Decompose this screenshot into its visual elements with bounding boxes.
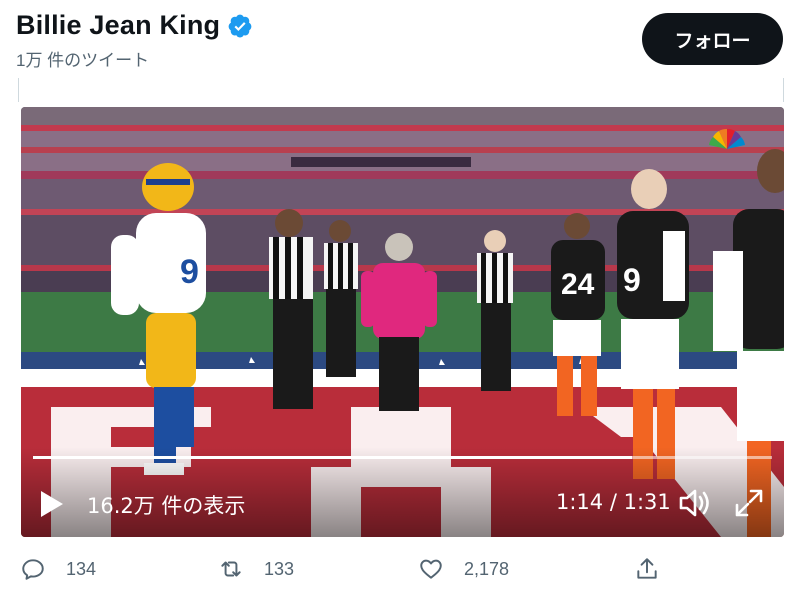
profile-display-name[interactable]: Billie Jean King <box>16 10 220 41</box>
like-count: 2,178 <box>464 558 510 579</box>
reply-action[interactable]: 134 <box>20 556 96 582</box>
reply-count: 134 <box>66 558 97 579</box>
profile-name-row: Billie Jean King <box>16 10 253 41</box>
retweet-action[interactable]: 133 <box>218 556 294 582</box>
view-count: 16.2万 件の表示 <box>87 494 246 518</box>
video-progress-fill <box>33 456 632 459</box>
tweet-count: 1万 件のツイート <box>16 51 150 70</box>
referee-2 <box>324 220 358 377</box>
svg-text:9: 9 <box>180 253 199 291</box>
fullscreen-button[interactable] <box>731 485 767 521</box>
profile-header: Billie Jean King 1万 件のツイート フォロー <box>0 0 800 78</box>
referee-3 <box>477 230 513 391</box>
video-timecode: 1:14 / 1:31 <box>556 490 671 514</box>
volume-icon <box>679 489 709 517</box>
follow-button[interactable]: フォロー <box>642 13 783 65</box>
like-icon <box>420 559 442 579</box>
play-button[interactable] <box>35 487 69 521</box>
referee-1 <box>269 209 313 409</box>
retweet-icon <box>221 561 241 577</box>
video-progress-bar[interactable] <box>33 456 772 459</box>
video-player[interactable]: 9 24 9 16.2万 件の表示 1:14 / 1:31 <box>21 107 784 537</box>
reply-icon <box>22 559 44 580</box>
share-action[interactable] <box>634 556 660 582</box>
svg-text:9: 9 <box>623 262 641 298</box>
like-action[interactable]: 2,178 <box>418 556 509 582</box>
play-icon <box>41 491 63 517</box>
tweet-actions: 134 133 2,178 <box>0 548 800 594</box>
svg-text:24: 24 <box>561 268 595 301</box>
verified-badge-icon <box>228 14 252 38</box>
retweet-count: 133 <box>264 558 295 579</box>
share-icon <box>637 558 657 579</box>
volume-button[interactable] <box>676 485 712 521</box>
fullscreen-icon <box>735 489 763 517</box>
